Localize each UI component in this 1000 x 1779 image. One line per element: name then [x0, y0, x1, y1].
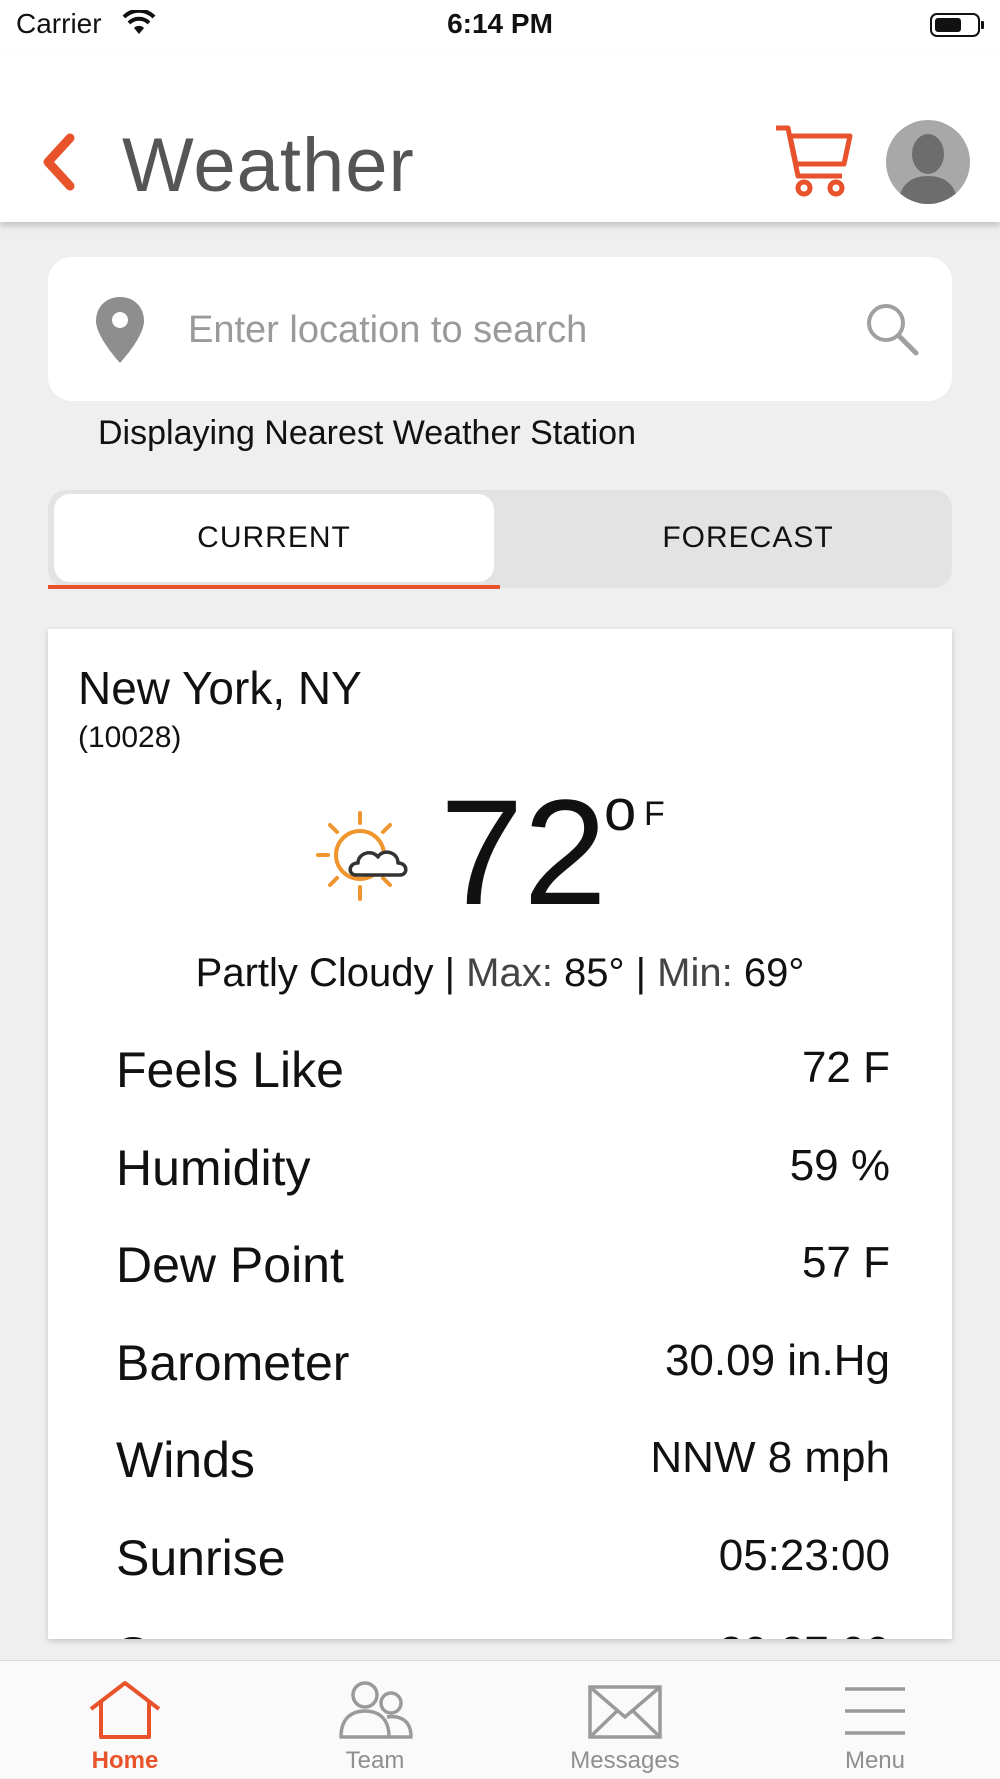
- detail-row-feels-like: Feels Like 72 F: [48, 1029, 952, 1127]
- detail-value: NNW 8 mph: [650, 1433, 890, 1482]
- location-pin-icon: [96, 297, 144, 363]
- active-tab-indicator: [48, 585, 500, 589]
- weather-details-list: Feels Like 72 F Humidity 59 % Dew Point …: [48, 1029, 952, 1639]
- back-arrow-icon[interactable]: [40, 132, 80, 192]
- menu-icon: [845, 1687, 905, 1735]
- condition-text: Partly Cloudy: [195, 951, 434, 995]
- home-icon: [89, 1681, 161, 1739]
- detail-label: Sunset: [116, 1626, 272, 1639]
- user-silhouette-icon: [898, 134, 958, 204]
- profile-avatar[interactable]: [886, 120, 970, 204]
- nav-label: Menu: [844, 1747, 906, 1774]
- max-value: 85°: [563, 951, 625, 995]
- current-temperature: 72: [440, 768, 607, 936]
- nav-label: Team: [345, 1747, 405, 1774]
- max-label: Max:: [466, 951, 553, 995]
- page-title: Weather: [122, 123, 415, 208]
- separator: |: [444, 951, 456, 995]
- nav-messages[interactable]: Messages: [500, 1661, 750, 1779]
- detail-row-sunrise: Sunrise 05:23:00: [48, 1517, 952, 1615]
- status-bar: Carrier 6:14 PM: [0, 0, 1000, 50]
- detail-row-dew-point: Dew Point 57 F: [48, 1224, 952, 1322]
- detail-row-barometer: Barometer 30.09 in.Hg: [48, 1322, 952, 1420]
- station-note: Displaying Nearest Weather Station: [98, 414, 636, 452]
- detail-value: 57 F: [801, 1238, 890, 1287]
- detail-row-humidity: Humidity 59 %: [48, 1127, 952, 1225]
- bottom-nav-bar: Home Team Messages Menu: [0, 1660, 1000, 1778]
- detail-label: Sunrise: [116, 1529, 286, 1586]
- detail-label: Barometer: [116, 1334, 350, 1391]
- weather-tabs: CURRENT FORECAST: [48, 490, 952, 588]
- degree-symbol: o: [604, 778, 637, 843]
- min-value: 69°: [743, 951, 805, 995]
- weather-summary: Partly Cloudy | Max: 85° | Min: 69°: [48, 951, 952, 996]
- detail-value: 20:27:00: [719, 1628, 890, 1639]
- detail-value: 72 F: [801, 1043, 890, 1092]
- clock-time: 6:14 PM: [447, 8, 553, 39]
- team-icon: [339, 1681, 413, 1739]
- nav-label: Messages: [570, 1747, 680, 1774]
- tab-forecast[interactable]: FORECAST: [548, 494, 948, 582]
- current-weather-card: New York, NY (10028) 72 o F Partly Cloud…: [48, 629, 952, 1639]
- detail-label: Dew Point: [116, 1237, 344, 1293]
- detail-row-sunset: Sunset 20:27:00: [48, 1614, 952, 1639]
- tab-current[interactable]: CURRENT: [54, 494, 494, 582]
- detail-label: Feels Like: [116, 1042, 344, 1098]
- search-icon[interactable]: [864, 301, 920, 357]
- detail-value: 59 %: [789, 1140, 890, 1190]
- nav-team[interactable]: Team: [250, 1661, 500, 1779]
- app-header: Weather: [0, 50, 1000, 222]
- envelope-icon: [588, 1685, 662, 1739]
- detail-label: Winds: [116, 1432, 255, 1488]
- cart-icon[interactable]: [774, 120, 854, 200]
- nav-home[interactable]: Home: [0, 1661, 250, 1779]
- location-search-box: [48, 257, 952, 401]
- nav-menu[interactable]: Menu: [750, 1661, 1000, 1779]
- battery-icon: [930, 13, 984, 37]
- detail-value: 05:23:00: [718, 1530, 890, 1580]
- nav-label: Home: [91, 1747, 159, 1774]
- detail-label: Humidity: [116, 1139, 311, 1196]
- separator: |: [635, 951, 646, 995]
- partly-cloudy-icon: [316, 811, 408, 901]
- city-name: New York, NY: [78, 662, 362, 714]
- min-label: Min:: [657, 951, 733, 995]
- zip-code: (10028): [78, 721, 182, 754]
- detail-row-winds: Winds NNW 8 mph: [48, 1419, 952, 1517]
- temperature-unit: F: [644, 795, 665, 833]
- location-search-input[interactable]: [188, 297, 868, 363]
- detail-value: 30.09 in.Hg: [664, 1335, 890, 1385]
